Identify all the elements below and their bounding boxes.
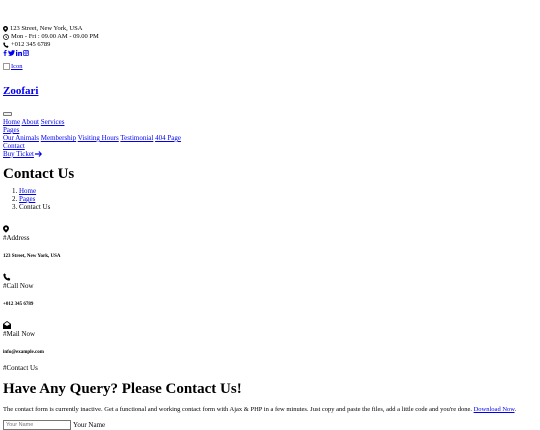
section-heading: Have Any Query? Please Contact Us!	[3, 381, 242, 397]
pages-dropdown: Our Animals Membership Visiting Hours Te…	[3, 134, 537, 142]
nav-primary: Home About Services	[3, 118, 537, 126]
twitter-icon[interactable]	[8, 50, 15, 56]
dropdown-item-visiting-hours[interactable]: Visiting Hours	[78, 134, 119, 142]
lead-period: .	[514, 406, 517, 413]
buy-ticket-button[interactable]: Buy Ticket	[3, 150, 42, 158]
dropdown-item-our-animals[interactable]: Our Animals	[3, 134, 39, 142]
page-title: Contact Us	[3, 166, 75, 182]
linkedin-icon[interactable]	[16, 50, 22, 56]
topbar: 123 Street, New York, USA Mon - Fri : 09…	[3, 25, 537, 75]
navbar: Home About Services Pages Our Animals Me…	[3, 112, 537, 158]
page: 123 Street, New York, USA Mon - Fri : 09…	[3, 0, 537, 430]
info-value: 123 Street, New York, USA	[3, 254, 61, 259]
breadcrumb: Home Pages Contact Us	[3, 187, 537, 211]
contact-info-phone: #Call Now +012 345 6789	[3, 268, 537, 307]
lead-text: The contact form is currently inactive. …	[3, 406, 472, 413]
arrow-right-icon	[34, 151, 42, 157]
info-value: info@example.com	[3, 350, 44, 355]
breadcrumb-current: Contact Us	[19, 203, 537, 211]
download-now-link[interactable]: Download Now	[474, 406, 515, 413]
brand-link[interactable]: Zoofari	[3, 85, 38, 97]
section-label: #Contact Us	[3, 364, 38, 372]
nav-services[interactable]: Services	[41, 118, 65, 126]
buy-ticket-label: Buy Ticket	[3, 150, 34, 158]
envelope-open-icon	[3, 316, 537, 329]
info-label: #Call Now	[3, 282, 34, 290]
contact-info-mail: #Mail Now info@example.com	[3, 316, 537, 355]
topbar-address: 123 Street, New York, USA	[3, 25, 537, 33]
brand: Zoofari	[3, 85, 537, 97]
nav-contact[interactable]: Contact	[3, 142, 25, 150]
dropdown-item-testimonial[interactable]: Testimonial	[120, 134, 153, 142]
contact-info-address: #Address 123 Street, New York, USA	[3, 220, 537, 259]
map-marker-icon	[3, 220, 537, 233]
info-value: +012 345 6789	[3, 302, 34, 307]
name-label: Your Name	[73, 421, 106, 429]
logo-alt-text: Icon	[11, 63, 23, 70]
info-label: #Address	[3, 234, 30, 242]
phone-icon	[3, 268, 537, 281]
contact-form: Your Name	[3, 420, 537, 430]
nav-about[interactable]: About	[21, 118, 39, 126]
nav-pages[interactable]: Pages	[3, 126, 19, 134]
logo-image[interactable]: Icon	[3, 63, 23, 70]
topbar-hours: Mon - Fri : 09.00 AM - 09.00 PM	[3, 33, 537, 41]
map-marker-icon	[3, 26, 8, 32]
hours-text: Mon - Fri : 09.00 AM - 09.00 PM	[11, 33, 99, 40]
phone-icon	[3, 42, 9, 48]
clock-icon	[3, 34, 9, 40]
nav-home[interactable]: Home	[3, 118, 20, 126]
address-text: 123 Street, New York, USA	[10, 25, 83, 32]
dropdown-item-404-page[interactable]: 404 Page	[155, 134, 181, 142]
broken-image-icon	[3, 63, 10, 70]
info-label: #Mail Now	[3, 330, 36, 338]
phone-text: +012 345 6789	[11, 41, 51, 48]
breadcrumb-home[interactable]: Home	[19, 187, 36, 195]
topbar-phone: +012 345 6789	[3, 41, 537, 49]
lead-paragraph: The contact form is currently inactive. …	[3, 406, 537, 414]
social-links	[3, 49, 537, 57]
instagram-icon[interactable]	[23, 50, 29, 56]
dropdown-item-membership[interactable]: Membership	[41, 134, 76, 142]
breadcrumb-pages[interactable]: Pages	[19, 195, 35, 203]
facebook-icon[interactable]	[3, 50, 7, 56]
navbar-toggler-button[interactable]	[3, 112, 12, 116]
name-input[interactable]	[3, 420, 71, 430]
